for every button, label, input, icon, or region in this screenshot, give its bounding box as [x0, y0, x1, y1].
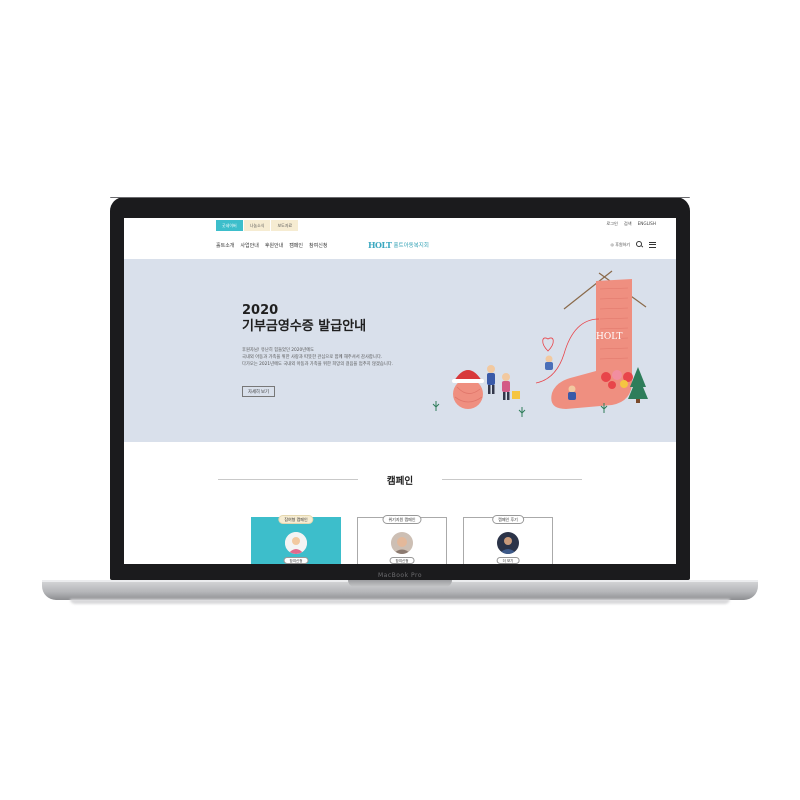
hero-desc-line: 국내외 아동과 가족을 위한 사랑과 따뜻한 관심으로 함께 해주셔서 감사합니… [242, 355, 383, 360]
campaign-section-header: 캠페인 [124, 464, 676, 487]
hero-banner: 2020 기부금영수증 발급안내 후원자님! 유난히 힘들었던 2020년에도 … [124, 259, 676, 442]
main-nav: 홀트소개 사업안내 후원안내 캠페인 참여신청 HOLT 홀트아동복지회 ◎ 후… [124, 233, 676, 258]
sock-logo: HOLT [596, 332, 622, 342]
child-figure [545, 355, 553, 370]
english-link[interactable]: ENGLISH [638, 221, 656, 227]
logo-text: 홀트아동복지회 [393, 243, 429, 249]
hamburger-menu-icon[interactable] [649, 241, 656, 248]
search-link[interactable]: 검색 [624, 221, 632, 227]
card-thumbnail [285, 532, 307, 554]
hero-description: 후원자님! 유난히 힘들었던 2020년에도 국내외 아동과 가족을 위한 사랑… [242, 347, 393, 368]
main-menu: 홀트소개 사업안내 후원안내 캠페인 참여신청 [216, 242, 327, 249]
card-thumbnail [391, 532, 413, 554]
menu-item-business[interactable]: 사업안내 [240, 242, 258, 249]
campaign-card-crisis[interactable]: 위기지원 캠페인 참여신청 [357, 515, 447, 564]
top-tabs: 굿네이버 나눔소식 보도자료 [216, 220, 300, 231]
donate-label: 후원하기 [615, 241, 630, 247]
tab-goodneighbor[interactable]: 굿네이버 [216, 220, 244, 231]
card-chip[interactable]: 참여신청 [389, 557, 415, 564]
nav-right: ◎ 후원하기 [611, 241, 656, 248]
donate-link[interactable]: ◎ 후원하기 [611, 242, 631, 248]
laptop-shadow [70, 599, 730, 604]
browser-screen: 굿네이버 나눔소식 보도자료 로그인 검색 ENGLISH 홀트소개 사업안내 … [124, 218, 676, 564]
child-figure [502, 373, 510, 400]
hero-title: 2020 기부금영수증 발급안내 [242, 303, 366, 335]
menu-item-about[interactable]: 홀트소개 [216, 242, 234, 249]
laptop-notch [348, 580, 452, 587]
hero-illustration: HOLT [432, 270, 648, 417]
menu-item-apply[interactable]: 참여신청 [309, 242, 327, 249]
tab-news[interactable]: 나눔소식 [243, 220, 272, 231]
hero-title-main: 기부금영수증 발급안내 [242, 319, 367, 334]
child-figure [487, 365, 495, 394]
login-link[interactable]: 로그인 [606, 221, 618, 227]
utility-links: 로그인 검색 ENGLISH [606, 221, 656, 227]
campaign-card-participate[interactable]: 참여형 캠페인 참여신청 [251, 515, 341, 564]
menu-item-donation[interactable]: 후원안내 [265, 242, 283, 249]
section-title: 캠페인 [386, 476, 414, 487]
card-thumbnail [497, 532, 519, 554]
hero-desc-line: 후원자님! 유난히 힘들었던 2020년에도 [242, 348, 315, 353]
tab-press[interactable]: 보도자료 [271, 220, 300, 231]
heart-yarn-icon [542, 337, 554, 352]
device-label: MacBook Pro [377, 572, 422, 579]
card-chip[interactable]: 참여신청 [283, 557, 309, 564]
card-label: 캠페인 후기 [492, 515, 524, 524]
yarn-ball [453, 379, 483, 409]
logo-mark: HOLT [368, 240, 392, 250]
campaign-card-review[interactable]: 캠페인 후기 더 보기 [463, 515, 553, 564]
search-icon[interactable] [636, 241, 643, 248]
hero-desc-line: 다가오는 2021년에도 국내외 아동과 가족을 위한 희망의 걸음을 멈추지 … [242, 362, 394, 367]
site-logo[interactable]: HOLT 홀트아동복지회 [368, 240, 429, 250]
child-figure [568, 385, 576, 400]
card-label: 참여형 캠페인 [278, 515, 314, 524]
card-chip[interactable]: 더 보기 [496, 557, 520, 564]
hero-more-button[interactable]: 자세히 보기 [242, 386, 275, 397]
utility-bar: 굿네이버 나눔소식 보도자료 로그인 검색 ENGLISH [124, 218, 676, 233]
divider [442, 479, 582, 480]
card-label: 위기지원 캠페인 [382, 515, 422, 524]
gift-box [512, 391, 520, 399]
hero-title-year: 2020 [242, 303, 279, 318]
menu-item-campaign[interactable]: 캠페인 [289, 242, 303, 249]
